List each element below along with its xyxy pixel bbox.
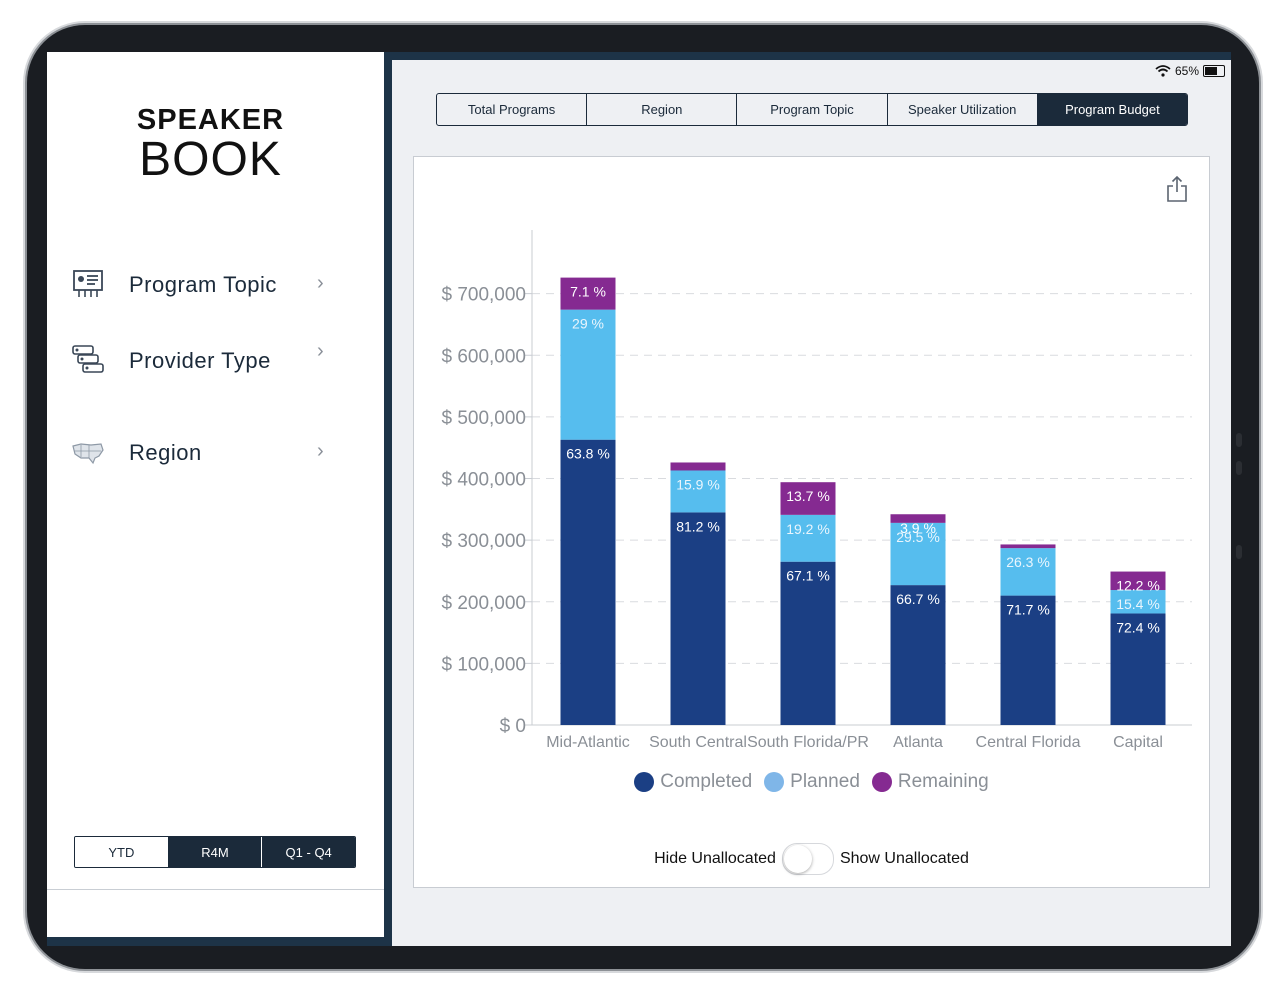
tab-region[interactable]: Region xyxy=(587,94,738,125)
legend-label: Planned xyxy=(790,771,860,792)
chart-legend: Completed Planned Remaining xyxy=(414,771,1209,793)
side-button xyxy=(1236,545,1242,559)
bar-data-label: 26.3 % xyxy=(1006,554,1050,570)
period-selector: YTD R4M Q1 - Q4 xyxy=(74,836,356,868)
bar-data-label: 66.7 % xyxy=(896,591,940,607)
x-tick-label: Capital xyxy=(1113,734,1163,751)
wifi-icon xyxy=(1155,65,1171,77)
sidebar-item-label: Provider Type xyxy=(129,348,271,373)
y-tick-label: $ 500,000 xyxy=(441,408,526,429)
presentation-icon xyxy=(73,270,103,297)
x-tick-label: Mid-Atlantic xyxy=(546,734,630,751)
bar-segment-remaining xyxy=(670,462,726,471)
x-tick-label: Atlanta xyxy=(893,734,943,751)
side-button xyxy=(1236,433,1242,447)
x-tick-label: South Central xyxy=(649,734,747,751)
x-tick-label: South Florida/PR xyxy=(747,734,869,751)
sidebar: SPEAKER BOOK Program Topic › Provider Ty… xyxy=(47,52,384,937)
legend-item: Planned xyxy=(764,771,860,793)
bar-data-label: 71.7 % xyxy=(1006,602,1050,618)
bar-data-label: 19.2 % xyxy=(786,521,830,537)
battery-percent: 65% xyxy=(1174,64,1199,78)
logo-book: BOOK xyxy=(139,133,282,186)
main-panel: 65% Total Programs Region Program Topic … xyxy=(392,60,1231,946)
y-tick-label: $ 600,000 xyxy=(441,346,526,367)
y-tick-label: $ 100,000 xyxy=(441,654,526,675)
bar-segment-completed xyxy=(780,561,836,725)
tab-total-programs[interactable]: Total Programs xyxy=(437,94,588,125)
legend-item: Remaining xyxy=(871,771,989,793)
tab-program-topic[interactable]: Program Topic xyxy=(737,94,888,125)
period-r4m[interactable]: R4M xyxy=(168,837,263,867)
bar-data-label: 63.8 % xyxy=(566,446,610,462)
battery-icon xyxy=(1203,65,1225,77)
period-q1-q4[interactable]: Q1 - Q4 xyxy=(262,837,355,867)
sidebar-item-provider-type[interactable]: Provider Type › xyxy=(71,338,341,382)
period-ytd[interactable]: YTD xyxy=(75,837,169,867)
bar-segment-remaining xyxy=(1000,544,1056,549)
unallocated-toggle[interactable] xyxy=(781,843,834,875)
chart-card: $ 0 $ 100,000 $ 200,000 $ 300,000 $ 400,000 $… xyxy=(413,156,1210,888)
sidebar-item-label: Region xyxy=(129,440,202,465)
y-tick-label: $ 200,000 xyxy=(441,593,526,614)
legend-dot xyxy=(764,772,785,792)
legend-dot xyxy=(871,772,892,792)
y-tick-label: $ 700,000 xyxy=(441,285,526,306)
chevron-right-icon: › xyxy=(317,440,324,462)
hide-unallocated-label: Hide Unallocated xyxy=(654,850,776,867)
show-unallocated-label: Show Unallocated xyxy=(839,850,969,867)
screen: SPEAKER BOOK Program Topic › Provider Ty… xyxy=(47,52,1231,946)
toggle-knob xyxy=(783,845,812,873)
y-tick-label: $ 300,000 xyxy=(441,531,526,552)
sidebar-item-label: Program Topic xyxy=(129,272,277,297)
bar-data-label: 67.1 % xyxy=(786,568,830,584)
sidebar-item-region[interactable]: Region › xyxy=(71,430,341,474)
list-cards-icon xyxy=(72,345,104,373)
sidebar-item-program-topic[interactable]: Program Topic › xyxy=(71,262,341,306)
bar-data-label: 72.4 % xyxy=(1116,619,1160,635)
bar-segment-completed xyxy=(560,439,616,725)
unallocated-toggle-row: Hide Unallocated Show Unallocated xyxy=(414,843,1209,875)
report-tabs: Total Programs Region Program Topic Spea… xyxy=(436,93,1188,126)
legend-dot xyxy=(634,772,655,792)
tab-program-budget[interactable]: Program Budget xyxy=(1037,94,1187,125)
x-tick-label: Central Florida xyxy=(976,734,1081,751)
side-button xyxy=(1236,461,1242,475)
legend-label: Remaining xyxy=(897,771,989,792)
tab-speaker-utilization[interactable]: Speaker Utilization xyxy=(888,94,1038,125)
legend-label: Completed xyxy=(660,771,753,792)
chevron-right-icon: › xyxy=(317,340,324,362)
bar-data-label: 7.1 % xyxy=(570,284,606,300)
bar-data-label: 12.2 % xyxy=(1116,578,1160,594)
legend-item: Completed xyxy=(634,771,752,793)
bar-data-label: 15.4 % xyxy=(1116,596,1160,612)
bar-data-label: 3.9 % xyxy=(900,520,936,536)
divider xyxy=(47,889,384,890)
y-tick-label: $ 400,000 xyxy=(441,470,526,491)
chevron-right-icon: › xyxy=(317,272,324,294)
status-bar: 65% xyxy=(1155,64,1225,78)
bar-segment-completed xyxy=(670,512,726,725)
bar-data-label: 13.7 % xyxy=(786,488,830,504)
us-map-icon xyxy=(72,443,104,465)
bar-data-label: 29 % xyxy=(572,316,604,332)
stacked-bar-chart: $ 0 $ 100,000 $ 200,000 $ 300,000 $ 400,000 $… xyxy=(441,230,1192,751)
bar-data-label: 15.9 % xyxy=(676,476,720,492)
y-tick-label: $ 0 xyxy=(500,716,526,737)
bar-data-label: 81.2 % xyxy=(676,518,720,534)
